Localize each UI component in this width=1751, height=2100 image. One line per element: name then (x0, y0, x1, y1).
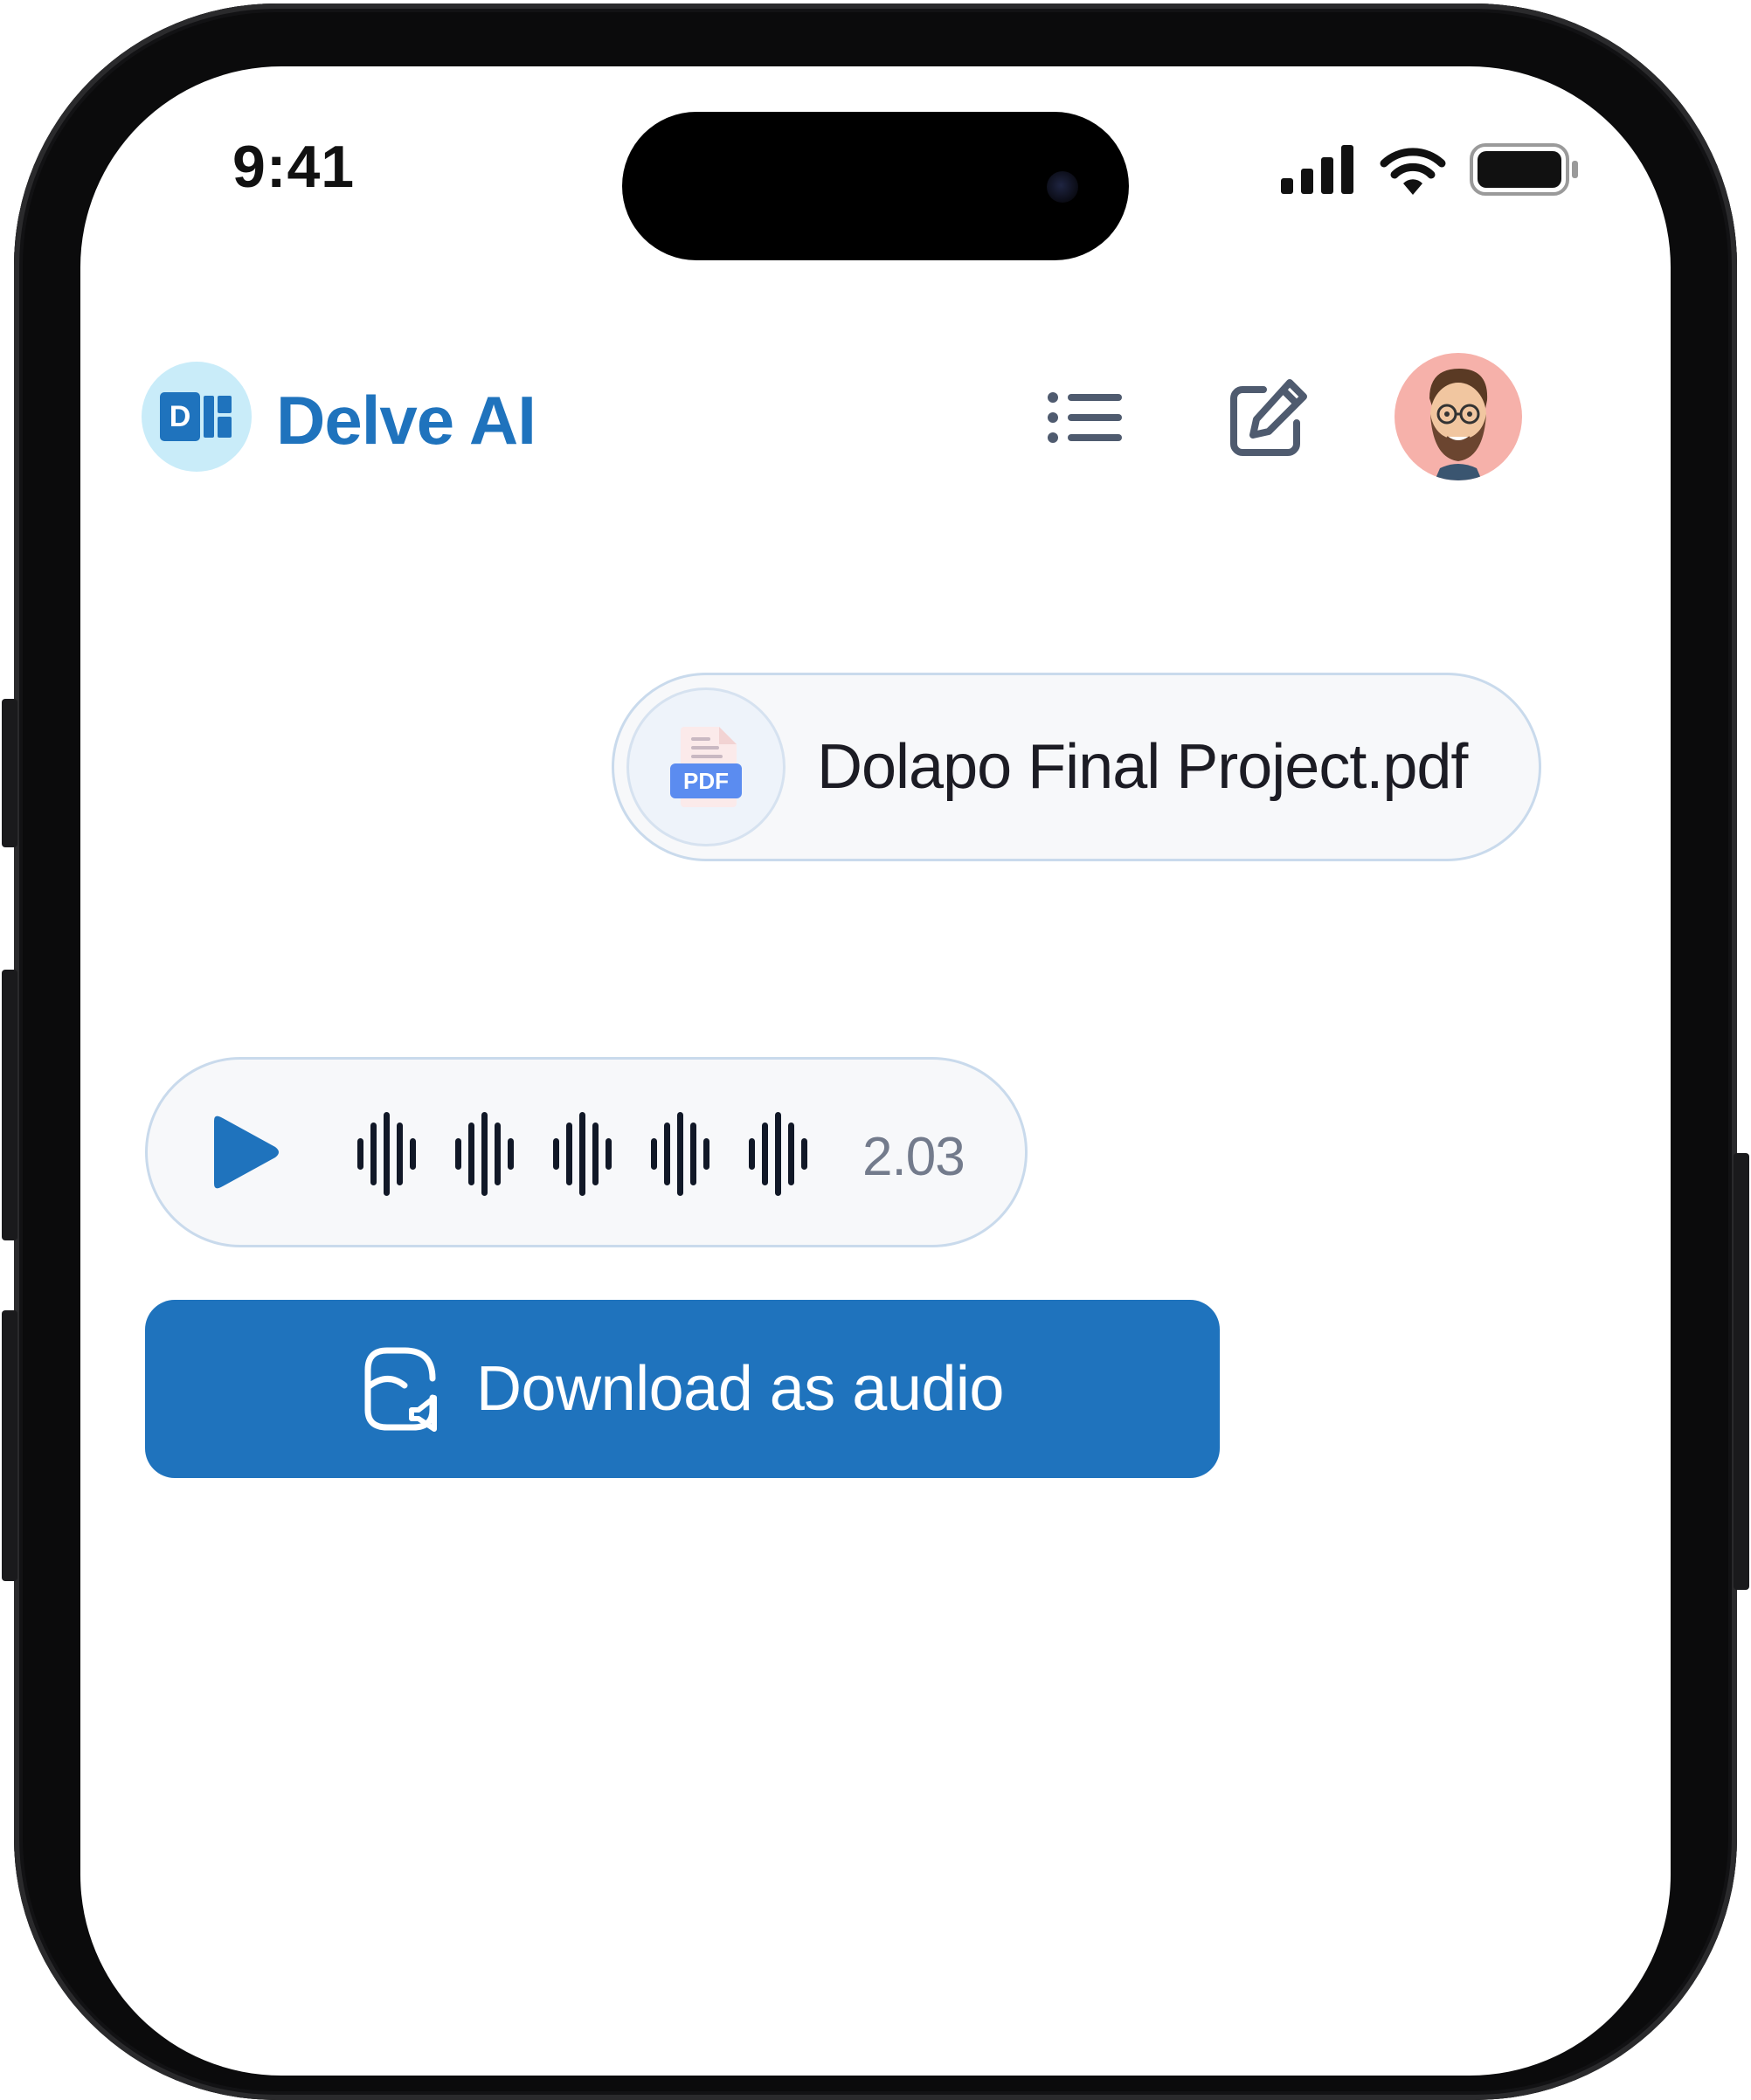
dynamic-island (622, 112, 1129, 260)
play-icon[interactable] (202, 1112, 282, 1192)
status-time: 9:41 (232, 134, 356, 200)
file-name: Dolapo Final Project.pdf (817, 732, 1468, 802)
front-camera (1047, 171, 1078, 203)
phone-screen: 9:41 D Delve AI PDF Dolapo Final Project… (80, 66, 1671, 2076)
avatar-memoji-icon (1429, 369, 1488, 480)
waveform-bars (357, 1112, 807, 1196)
action-button (2, 699, 17, 847)
status-icons (1281, 143, 1580, 196)
volume-down-button (2, 1310, 17, 1581)
user-avatar[interactable] (1395, 353, 1522, 480)
delve-logo-icon: D (160, 392, 232, 441)
app-name: Delve AI (276, 382, 536, 459)
power-button (1734, 1153, 1749, 1590)
volume-up-button (2, 970, 17, 1240)
wifi-icon (1380, 148, 1446, 195)
list-icon[interactable] (1047, 390, 1125, 446)
logo-letter: D (170, 400, 191, 433)
app-logo: D (142, 362, 252, 472)
pdf-file-icon: PDF (670, 727, 742, 807)
cellular-signal-icon (1281, 145, 1353, 194)
download-button-label: Download as audio (476, 1354, 1004, 1424)
audio-duration: 2.03 (862, 1127, 965, 1187)
audio-file-icon (364, 1347, 438, 1432)
battery-icon (1470, 143, 1578, 196)
file-thumbnail: PDF (626, 687, 786, 846)
audio-message-bubble: 2.03 (145, 1057, 1028, 1247)
pdf-label: PDF (683, 768, 729, 794)
file-message-bubble[interactable]: PDF Dolapo Final Project.pdf (612, 673, 1541, 861)
download-as-audio-button[interactable]: Download as audio (145, 1300, 1220, 1478)
edit-icon[interactable] (1225, 374, 1312, 461)
audio-waveform (357, 1112, 807, 1196)
